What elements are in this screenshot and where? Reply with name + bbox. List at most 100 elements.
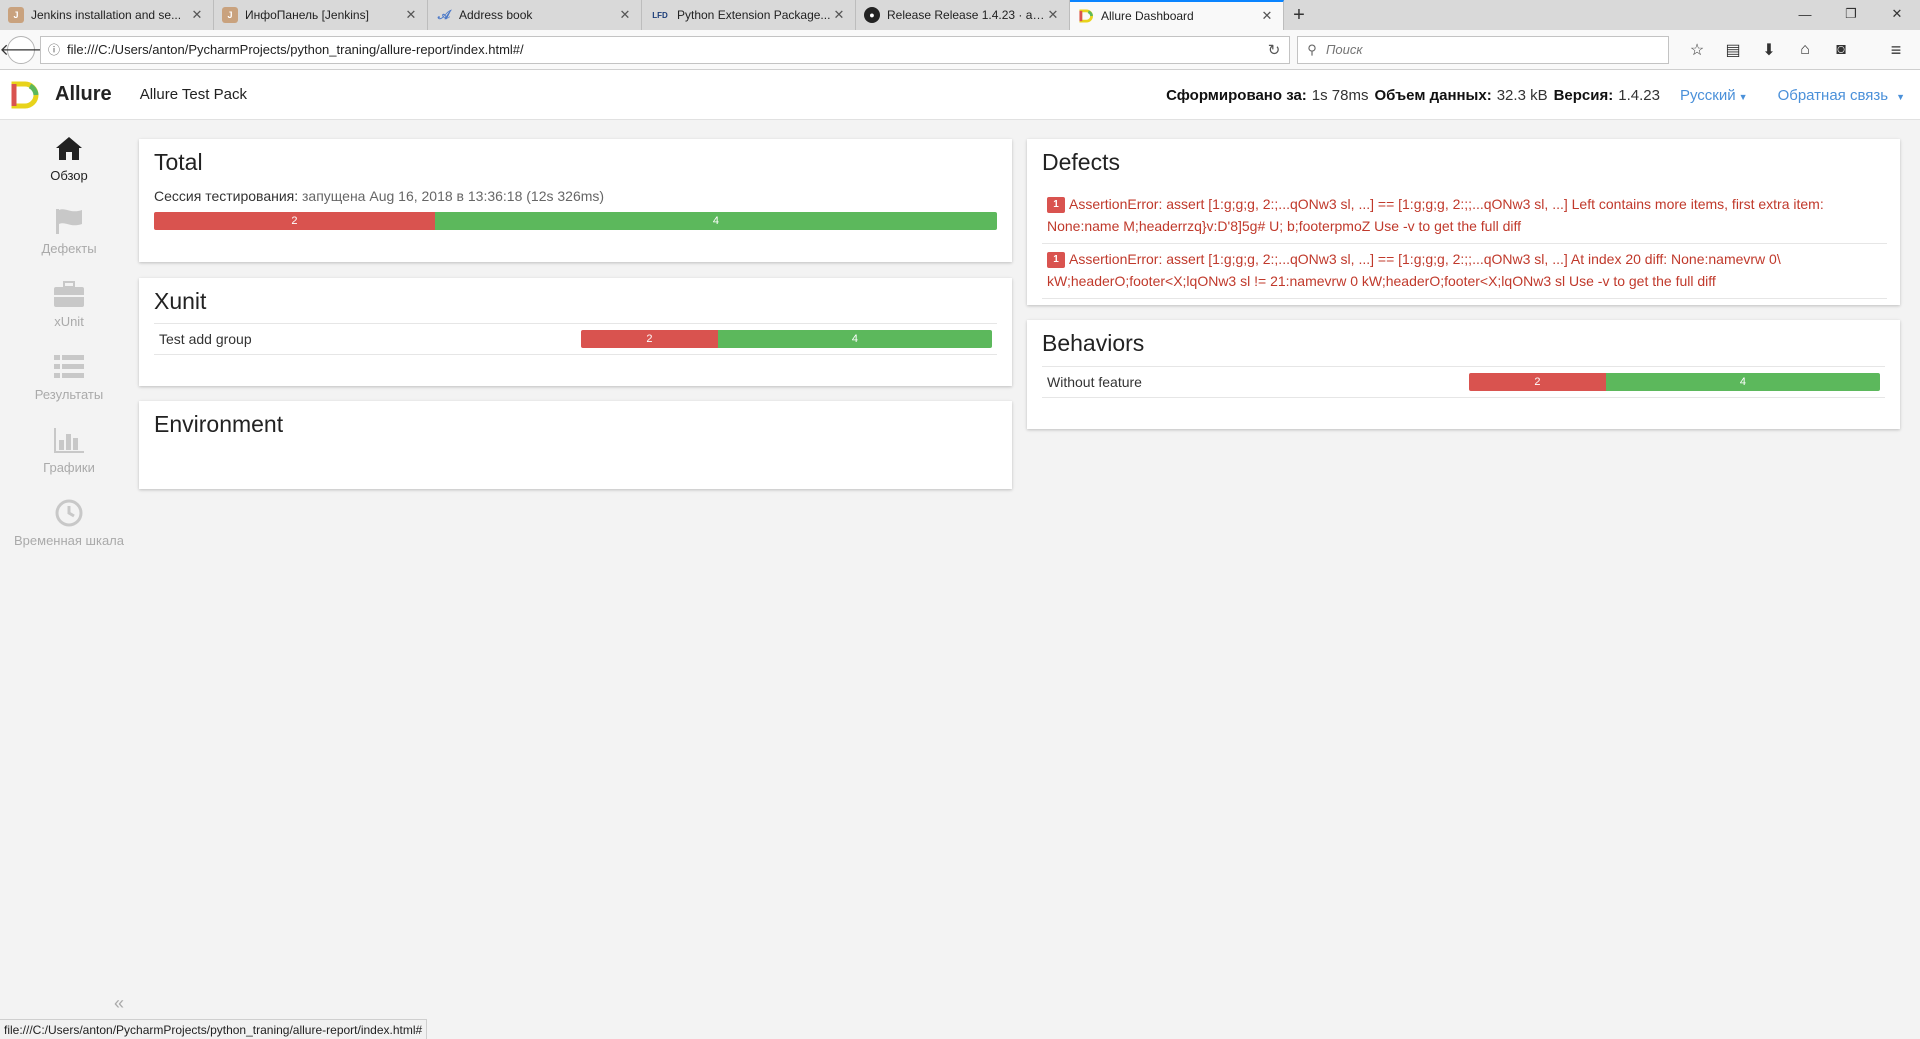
defect-item[interactable]: 1 AssertionError: assert [1:g;g;g, 2:;...… [1042,242,1887,299]
tab-address-book[interactable]: 𝒜 Address book ✕ [428,0,642,30]
nav-item-graphs[interactable]: Графики [0,413,138,486]
nav-item-results[interactable]: Результаты [0,340,138,413]
brand-name[interactable]: Allure [55,83,112,106]
defects-title: Defects [1042,149,1120,175]
downloads-icon[interactable]: ⬇ [1751,36,1787,64]
new-tab-button[interactable]: + [1284,0,1314,30]
toolbar-icons: ☆ ▤ ⬇ ⌂ ◙ [1679,36,1859,64]
passed-segment[interactable]: 4 [434,212,997,230]
size-value: 32.3 kB [1496,86,1548,104]
version-label: Версия: [1553,86,1614,104]
total-title: Total [154,149,203,175]
behaviors-row-label: Without feature [1047,374,1142,390]
xunit-widget: Xunit Test add group 2 4 [139,278,1012,386]
tab-title: ИнфоПанель [Jenkins] [245,8,369,22]
tab-title: Python Extension Package... [677,8,831,22]
feedback-label: Обратная связь [1777,86,1889,104]
passed-segment[interactable]: 4 [717,330,992,348]
clock-icon [53,497,85,529]
nav-item-timeline[interactable]: Временная шкала [0,486,138,559]
behaviors-widget: Behaviors Without feature 2 4 [1027,320,1900,429]
close-tab-icon[interactable]: ✕ [403,7,419,23]
allure-logo-icon[interactable] [10,80,40,110]
report-name: Allure Test Pack [139,86,247,103]
browser-tab-bar: J Jenkins installation and se... ✕ J Инф… [0,0,1920,30]
flag-icon [53,205,85,237]
close-window-icon[interactable]: ✕ [1874,0,1920,28]
allure-header: Allure Allure Test Pack Сформировано за:… [0,70,1920,120]
total-widget: Total Сессия тестирования: запущена Aug … [139,139,1012,262]
failed-segment[interactable]: 2 [1469,373,1606,391]
xunit-row-status-bar[interactable]: 2 4 [581,330,992,348]
language-label: Русский [1679,86,1736,104]
header-stats: Сформировано за: 1s 78ms Объем данных: 3… [1166,70,1905,120]
tab-jenkins-installation[interactable]: J Jenkins installation and se... ✕ [0,0,214,30]
home-icon [53,132,85,164]
status-url: file:///C:/Users/anton/PycharmProjects/p… [4,1022,423,1037]
close-tab-icon[interactable]: ✕ [189,7,205,23]
nav-label: Обзор [50,168,88,183]
feedback-dropdown[interactable]: Обратная связь ▼ [1778,87,1905,104]
behaviors-row-status-bar[interactable]: 2 4 [1469,373,1880,391]
nav-item-xunit[interactable]: xUnit [0,267,138,340]
github-icon: ● [864,7,880,23]
session-label: Сессия тестирования: [154,188,299,204]
search-bar[interactable]: ⚲ [1297,35,1669,64]
close-tab-icon[interactable]: ✕ [1045,7,1061,23]
language-dropdown[interactable]: Русский ▼ [1680,87,1748,104]
back-button[interactable]: 🡐 [0,35,42,64]
address-bar[interactable]: ⓘ file:///C:/Users/anton/PycharmProjects… [40,35,1290,64]
defect-message: AssertionError: assert [1:g;g;g, 2:;...q… [1047,196,1824,234]
total-status-bar[interactable]: 2 4 [154,212,997,230]
defects-widget: Defects 1 AssertionError: assert [1:g;g;g… [1027,139,1900,305]
url-text[interactable]: file:///C:/Users/anton/PycharmProjects/p… [67,42,1259,57]
close-tab-icon[interactable]: ✕ [1259,8,1275,24]
reload-icon[interactable]: ↻ [1259,41,1289,59]
window-controls: — ❐ ✕ [1782,0,1920,28]
pocket-icon[interactable]: ◙ [1823,36,1859,64]
caret-down-icon: ▼ [1738,91,1748,102]
defect-item[interactable]: 1 AssertionError: assert [1:g;g;g, 2:;...… [1042,187,1887,244]
tab-title: Jenkins installation and se... [31,8,182,22]
close-tab-icon[interactable]: ✕ [831,7,847,23]
failed-segment[interactable]: 2 [154,212,435,230]
close-tab-icon[interactable]: ✕ [617,7,633,23]
defect-message: AssertionError: assert [1:g;g;g, 2:;...q… [1047,251,1781,289]
generated-label: Сформировано за: [1166,86,1307,104]
bookmark-star-icon[interactable]: ☆ [1679,36,1715,64]
xunit-row[interactable]: Test add group 2 4 [154,323,997,355]
nav-item-defects[interactable]: Дефекты [0,194,138,267]
list-icon [53,351,85,383]
reading-list-icon[interactable]: ▤ [1715,36,1751,64]
info-icon[interactable]: ⓘ [41,41,67,58]
defect-count-badge: 1 [1047,197,1065,214]
passed-segment[interactable]: 4 [1605,373,1880,391]
nav-label: Графики [43,460,95,475]
tab-python-extension[interactable]: LFD Python Extension Package... ✕ [642,0,856,30]
tab-allure-dashboard[interactable]: Allure Dashboard ✕ [1070,0,1284,30]
collapse-sidebar-icon[interactable]: « [114,993,124,1014]
nav-label: Временная шкала [14,533,124,548]
tab-github-release[interactable]: ● Release Release 1.4.23 · all... ✕ [856,0,1070,30]
xunit-title: Xunit [154,288,207,314]
behaviors-title: Behaviors [1042,330,1145,356]
hamburger-menu-icon[interactable]: ≡ [1882,36,1910,64]
session-info: Сессия тестирования: запущена Aug 16, 20… [154,188,604,204]
jenkins-icon: J [8,7,24,23]
minimize-icon[interactable]: — [1782,0,1828,28]
behaviors-row[interactable]: Without feature 2 4 [1042,366,1885,398]
xunit-row-label: Test add group [159,331,252,347]
tab-infopanel-jenkins[interactable]: J ИнфоПанель [Jenkins] ✕ [214,0,428,30]
search-input[interactable] [1326,42,1646,57]
browser-nav-bar: 🡐 ⓘ file:///C:/Users/anton/PycharmProjec… [0,30,1920,70]
generated-value: 1s 78ms [1311,86,1369,104]
home-icon[interactable]: ⌂ [1787,36,1823,64]
nav-label: Дефекты [41,241,97,256]
nav-item-overview[interactable]: Обзор [0,121,138,194]
nav-label: Результаты [34,387,104,402]
version-value: 1.4.23 [1618,86,1660,104]
nav-label: xUnit [54,314,84,329]
restore-icon[interactable]: ❐ [1828,0,1874,28]
failed-segment[interactable]: 2 [581,330,718,348]
defect-count-badge: 1 [1047,252,1065,269]
